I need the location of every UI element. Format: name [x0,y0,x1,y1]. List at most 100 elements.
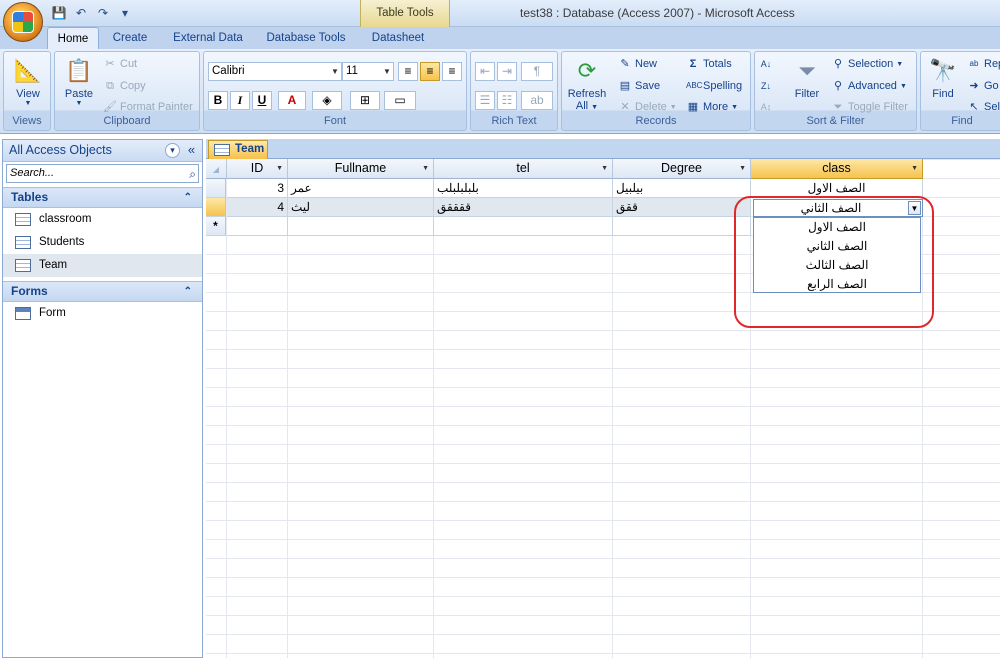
new-row-cell[interactable] [227,217,288,236]
column-header-degree[interactable]: Degree ▼ [613,159,751,179]
collapse-pane-icon[interactable]: « [184,143,199,158]
nav-group-tables[interactable]: Tables ⌃ [3,187,202,208]
view-button[interactable]: 📐 View ▼ [8,56,48,107]
save-icon[interactable]: 💾 [50,4,68,22]
bullets-button[interactable]: ☰ [475,91,495,110]
table-cell-id[interactable]: 3 [227,179,288,198]
clear-sort-button[interactable]: A↕ [759,100,773,114]
select-button[interactable]: ↖ Sel [967,100,1000,114]
select-all-corner[interactable]: ◢ [206,159,227,179]
totals-button[interactable]: Σ Totals [686,57,732,71]
increase-indent-button[interactable]: ⇥ [497,62,517,81]
font-name-combo[interactable]: Calibri ▼ [208,62,342,81]
column-header-fullname[interactable]: Fullname ▼ [288,159,434,179]
views-group-label: Views [12,115,42,127]
decrease-indent-button[interactable]: ⇤ [475,62,495,81]
tab-team[interactable]: Team [208,140,268,159]
tab-home[interactable]: Home [47,27,99,49]
chevron-down-icon[interactable]: ▼ [422,159,429,178]
refresh-all-button[interactable]: ⟳ Refresh All ▼ [564,56,610,112]
nav-item-team[interactable]: Team [3,254,202,277]
selection-button[interactable]: ⚲ Selection ▼ [831,57,903,71]
table-cell-tel[interactable]: بلبلبلبلب [434,179,613,198]
tab-create[interactable]: Create [104,27,156,49]
font-size-combo[interactable]: 11 ▼ [342,62,394,81]
table-cell-fullname[interactable]: ليث [288,198,434,217]
font-color-button[interactable]: A [278,91,306,110]
office-button[interactable] [3,2,43,42]
redo-icon[interactable]: ↷ [94,4,112,22]
refresh-icon: ⟳ [577,58,597,83]
align-left-button[interactable]: ≡ [398,62,418,81]
fill-bucket-icon: ◈ [322,93,332,107]
advanced-button[interactable]: ⚲ Advanced ▼ [831,79,907,93]
alternate-fill-button[interactable]: ▭ [384,91,416,110]
table-cell-tel[interactable]: ققققق [434,198,613,217]
advanced-filter-icon: ⚲ [833,80,843,92]
table-cell-id[interactable]: 4 [227,198,288,217]
sort-descending-button[interactable]: Z↓ [759,79,773,93]
table-cell-degree[interactable]: بيلبيل [613,179,751,198]
table-cell-fullname[interactable]: عمر [288,179,434,198]
toggle-filter-button[interactable]: ⏷ Toggle Filter [831,100,908,114]
save-record-button[interactable]: ▤ Save [618,79,660,93]
align-right-button[interactable]: ≡ [442,62,462,81]
chevron-down-icon: ▼ [383,67,391,76]
chevron-down-icon[interactable]: ▼ [276,159,283,178]
copy-button[interactable]: ⧉ Copy [103,79,146,93]
chevron-down-icon[interactable]: ▼ [911,159,918,178]
more-label: More [703,101,729,113]
nav-group-forms[interactable]: Forms ⌃ [3,281,202,302]
binoculars-icon: 🔭 [929,58,957,83]
nav-item-classroom[interactable]: classroom [3,208,202,231]
column-header-label: Degree [661,161,702,175]
align-center-button[interactable]: ≡ [420,62,440,81]
replace-button[interactable]: ab Rep [967,57,1000,71]
delete-record-button[interactable]: ✕ Delete ▼ [618,100,676,114]
tab-database-tools[interactable]: Database Tools [259,27,353,49]
tab-datasheet[interactable]: Datasheet [362,27,434,49]
nav-search-input[interactable]: Search... ⌕ [6,164,199,183]
tab-external-data[interactable]: External Data [166,27,250,49]
navigation-pane: All Access Objects ▾ « Search... ⌕ Table… [2,139,203,658]
italic-button[interactable]: I [230,91,250,110]
filter-button[interactable]: ⏷ Filter [785,56,829,100]
more-button[interactable]: ▦ More ▼ [686,100,738,114]
delete-label: Delete [635,101,667,113]
numbering-button[interactable]: ☷ [497,91,517,110]
column-header-class[interactable]: class ▼ [751,159,923,179]
paste-button[interactable]: 📋 Paste ▼ [59,56,99,107]
nav-item-form[interactable]: Form [3,302,202,325]
spelling-button[interactable]: ABC Spelling [686,79,742,93]
nav-pane-header[interactable]: All Access Objects ▾ « [3,140,202,162]
goto-button[interactable]: ➜ Go [967,79,998,93]
new-row-cell[interactable] [613,217,751,236]
column-header-id[interactable]: ID ▼ [227,159,288,179]
fill-color-button[interactable]: ◈ [312,91,342,110]
find-button[interactable]: 🔭 Find [923,56,963,100]
chevron-down-icon[interactable]: ▼ [739,159,746,178]
gridlines-button[interactable]: ⊞ [350,91,380,110]
new-row-cell[interactable] [288,217,434,236]
row-selector-current[interactable] [206,198,226,217]
paragraph-direction-button[interactable]: ¶ [521,62,553,81]
format-painter-button[interactable]: 🖌 Format Painter [103,100,193,114]
copy-label: Copy [120,80,146,92]
row-selector[interactable] [206,179,226,198]
table-cell-degree[interactable]: ققق [613,198,751,217]
new-record-marker[interactable]: * [206,217,226,236]
customize-qat-icon[interactable]: ▾ [116,4,134,22]
window-title: test38 : Database (Access 2007) - Micros… [520,6,795,20]
cut-button[interactable]: ✂ Cut [103,57,137,71]
undo-icon[interactable]: ↶ [72,4,90,22]
new-record-button[interactable]: ✎ New [618,57,657,71]
sort-ascending-button[interactable]: A↓ [759,57,773,71]
underline-button[interactable]: U [252,91,272,110]
chevron-down-icon[interactable]: ▼ [601,159,608,178]
nav-item-students[interactable]: Students [3,231,202,254]
highlight-button[interactable]: ab [521,91,553,110]
column-header-tel[interactable]: tel ▼ [434,159,613,179]
chevron-down-icon[interactable]: ▾ [165,143,180,158]
new-row-cell[interactable] [434,217,613,236]
bold-button[interactable]: B [208,91,228,110]
